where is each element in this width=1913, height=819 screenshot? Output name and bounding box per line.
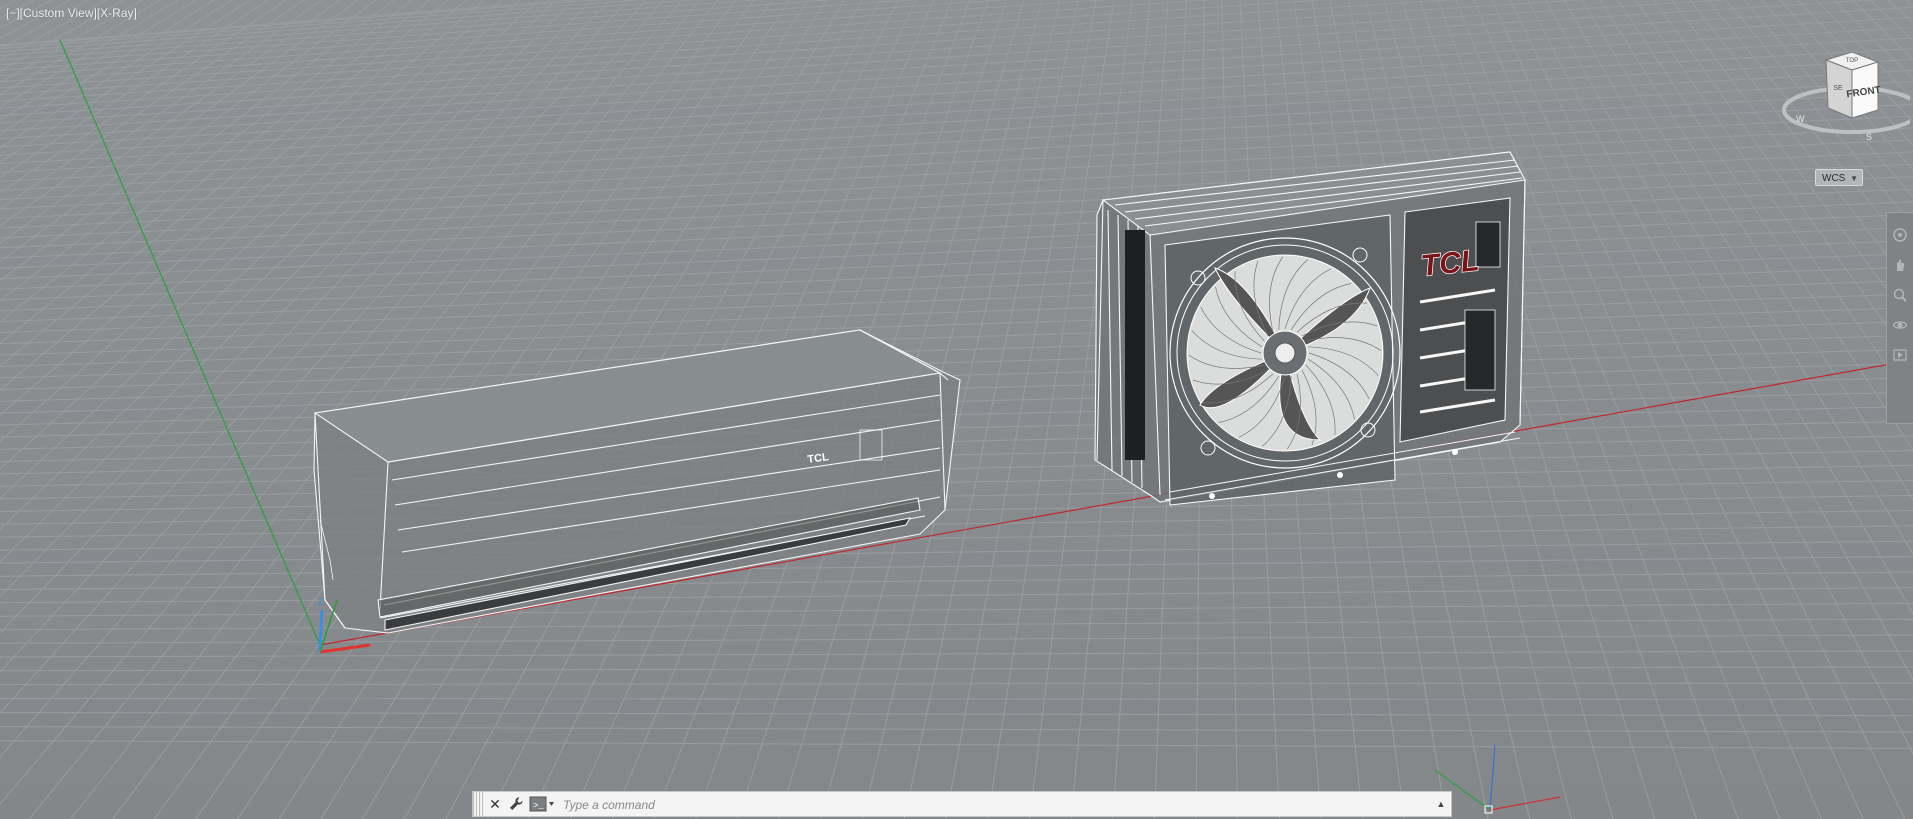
navigation-bar[interactable] bbox=[1886, 212, 1913, 424]
showmotion-icon[interactable] bbox=[1892, 347, 1908, 363]
close-icon[interactable]: ✕ bbox=[487, 795, 503, 813]
command-input[interactable] bbox=[561, 794, 1415, 816]
drag-handle[interactable] bbox=[473, 792, 483, 816]
wrench-icon[interactable] bbox=[507, 795, 525, 813]
outdoor-unit-brand-label: TCL bbox=[1419, 244, 1480, 283]
zoom-icon[interactable] bbox=[1892, 287, 1908, 303]
viewcube-side-face[interactable]: SE bbox=[1833, 85, 1843, 92]
drawing-viewport[interactable]: TCL TCL Z bbox=[0, 0, 1913, 819]
command-line[interactable]: ✕ >_ ▲ bbox=[472, 791, 1452, 817]
wcs-label: WCS bbox=[1822, 173, 1846, 184]
viewcube-top-face[interactable]: TOP bbox=[1846, 58, 1858, 64]
compass-south-label[interactable]: S bbox=[1866, 132, 1872, 142]
orbit-icon[interactable] bbox=[1892, 317, 1908, 333]
wcs-menu[interactable]: WCS ▼ bbox=[1815, 169, 1863, 186]
steering-wheel-icon[interactable] bbox=[1892, 227, 1908, 243]
viewport-controls-label[interactable]: [−][Custom View][X-Ray] bbox=[6, 6, 137, 20]
caret-up-icon[interactable]: ▲ bbox=[1435, 797, 1447, 811]
viewcube[interactable]: FRONT TOP SE W S bbox=[1760, 40, 1913, 160]
compass-west-label[interactable]: W bbox=[1796, 114, 1805, 124]
svg-text:>_: >_ bbox=[533, 801, 544, 811]
command-prompt-icon[interactable]: >_ bbox=[529, 796, 555, 812]
chevron-down-icon: ▼ bbox=[1850, 174, 1858, 183]
svg-text:Z: Z bbox=[318, 597, 324, 608]
pan-icon[interactable] bbox=[1892, 257, 1908, 273]
